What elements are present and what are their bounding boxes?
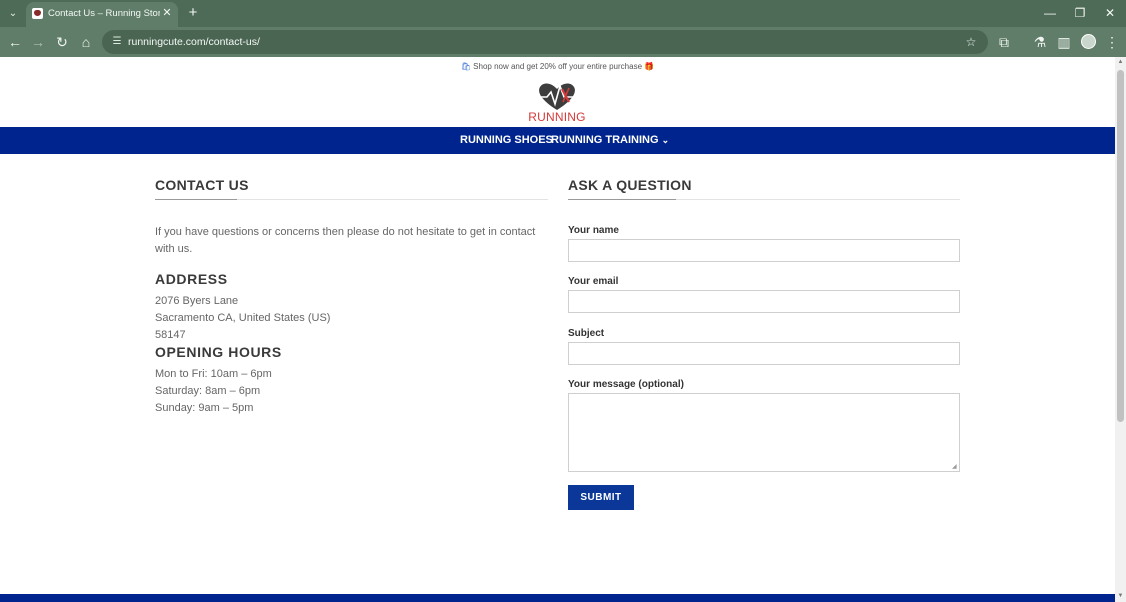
tab-close-icon[interactable]: ✕ (160, 6, 174, 20)
extensions-icon[interactable]: ⧉ (994, 32, 1014, 52)
logo-text: RUNNING (528, 110, 586, 124)
side-panel-icon[interactable]: ▥ (1054, 32, 1074, 52)
site-info-icon[interactable]: ☰ (110, 35, 124, 49)
hours-line: Sunday: 9am – 5pm (155, 402, 254, 414)
back-button[interactable]: ← (5, 32, 25, 52)
subject-label: Subject (568, 328, 605, 339)
web-page: 🛍 Shop now and get 20% off your entire p… (0, 57, 1115, 602)
chevron-down-icon: ⌄ (661, 135, 670, 145)
url-text[interactable]: runningcute.com/contact-us/ (128, 36, 260, 48)
promo-text: Shop now and get 20% off your entire pur… (473, 62, 643, 71)
nav-running-shoes[interactable]: RUNNING SHOES (460, 134, 553, 146)
submit-button[interactable]: SUBMIT (568, 485, 634, 510)
nav-running-training-label: RUNNING TRAINING (551, 134, 659, 146)
tab-list-button[interactable]: ⌄ (4, 5, 22, 23)
heart-rate-logo-icon (533, 83, 581, 110)
tab-title: Contact Us – Running Store – N (48, 8, 160, 19)
hours-line: Mon to Fri: 10am – 6pm (155, 368, 272, 380)
address-line: 2076 Byers Lane (155, 295, 239, 307)
contact-info-column: CONTACT US If you have questions or conc… (155, 177, 548, 414)
message-field[interactable] (568, 393, 960, 472)
title-divider (568, 199, 960, 200)
question-form: ASK A QUESTION Your name Your email Subj… (568, 177, 960, 510)
lab-icon[interactable]: ⚗ (1030, 32, 1050, 52)
gift-icon: 🎁 (644, 62, 655, 71)
footer-bar (0, 594, 1115, 602)
browser-tab-bar: ⌄ Contact Us – Running Store – N ✕ + — ❐… (0, 0, 1126, 27)
reload-button[interactable]: ↻ (52, 32, 72, 52)
address-line: 58147 (155, 329, 186, 341)
site-logo[interactable]: RUNNING (527, 80, 587, 124)
main-nav: RUNNING SHOES RUNNING TRAINING ⌄ (0, 127, 1115, 154)
promo-banner: 🛍 Shop now and get 20% off your entire p… (0, 62, 1115, 71)
form-title: ASK A QUESTION (568, 177, 692, 193)
name-label: Your name (568, 225, 619, 236)
scroll-up-icon[interactable]: ▲ (1117, 59, 1124, 66)
browser-tab-active[interactable]: Contact Us – Running Store – N ✕ (26, 2, 178, 27)
name-field[interactable] (568, 239, 960, 262)
address-line: Sacramento CA, United States (US) (155, 312, 331, 324)
browser-menu-icon[interactable]: ⋮ (1102, 32, 1122, 52)
scroll-down-icon[interactable]: ▼ (1117, 593, 1124, 600)
forward-button[interactable]: → (28, 32, 48, 52)
resize-grip-icon[interactable]: ◢ (952, 464, 958, 470)
address-heading: ADDRESS (155, 271, 228, 287)
scrollbar-thumb[interactable] (1117, 70, 1124, 422)
restore-button[interactable]: ❐ (1066, 3, 1094, 23)
contact-intro: If you have questions or concerns then p… (155, 226, 536, 255)
profile-avatar[interactable] (1081, 34, 1096, 49)
contact-title: CONTACT US (155, 177, 249, 193)
new-tab-button[interactable]: + (184, 4, 202, 22)
page-scrollbar[interactable]: ▲ ▼ (1115, 57, 1126, 602)
close-window-button[interactable]: ✕ (1096, 3, 1124, 23)
address-bar[interactable]: ☰ runningcute.com/contact-us/ ☆ (102, 30, 988, 54)
subject-field[interactable] (568, 342, 960, 365)
hours-line: Saturday: 8am – 6pm (155, 385, 261, 397)
email-field[interactable] (568, 290, 960, 313)
browser-toolbar: ← → ↻ ⌂ ☰ runningcute.com/contact-us/ ☆ … (0, 27, 1126, 57)
title-divider (155, 199, 548, 200)
shopping-bag-icon: 🛍 (460, 62, 471, 71)
nav-running-training[interactable]: RUNNING TRAINING ⌄ (551, 134, 669, 146)
email-label: Your email (568, 276, 619, 287)
bookmark-star-icon[interactable]: ☆ (962, 33, 980, 51)
opening-hours-heading: OPENING HOURS (155, 344, 282, 360)
message-label: Your message (optional) (568, 379, 684, 390)
site-favicon-icon (32, 8, 43, 19)
home-button[interactable]: ⌂ (76, 32, 96, 52)
minimize-button[interactable]: — (1036, 3, 1064, 23)
